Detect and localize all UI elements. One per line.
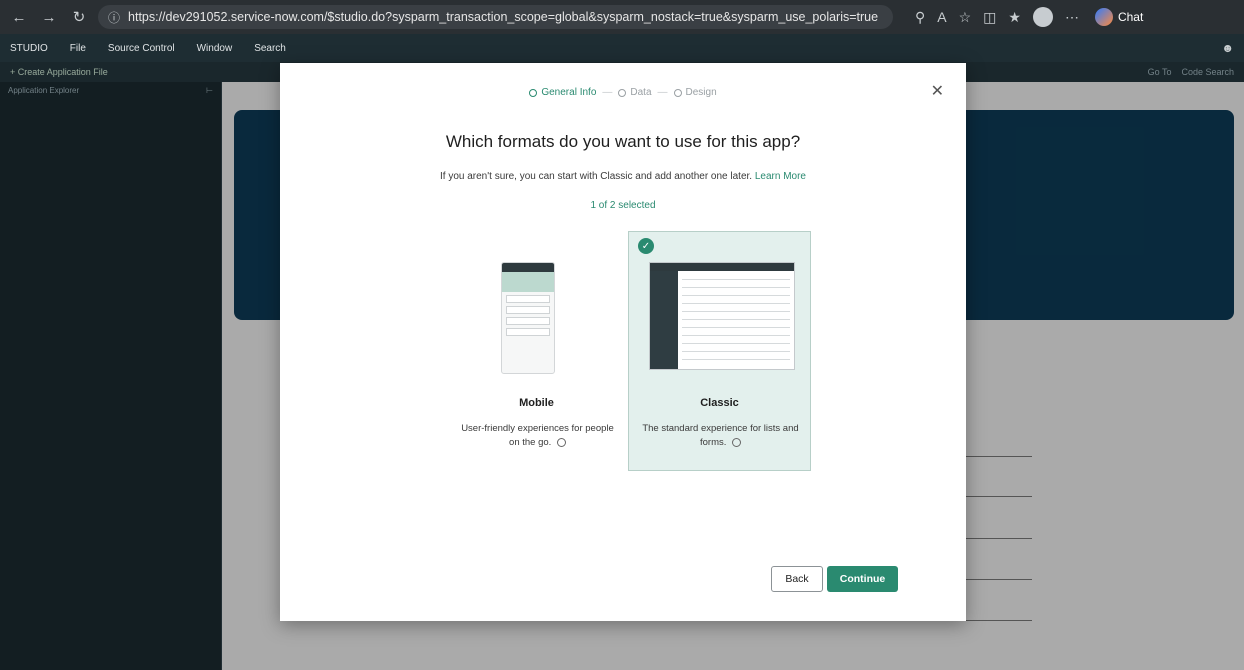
modal-title: Which formats do you want to use for thi… bbox=[445, 132, 801, 151]
studio-menubar: STUDIO File Source Control Window Search… bbox=[0, 34, 1244, 62]
card-title: Mobile bbox=[519, 397, 554, 409]
reload-icon[interactable]: ↻ bbox=[68, 8, 90, 26]
learn-more-link[interactable]: Learn More bbox=[755, 171, 806, 182]
step-data: Data bbox=[618, 87, 652, 98]
browser-actions: ⚲ A ☆ ◫ ★ ⋯ Chat bbox=[915, 7, 1143, 27]
card-description-text: User-friendly experiences for people on … bbox=[461, 423, 614, 448]
user-icon[interactable]: ☻ bbox=[1221, 41, 1234, 55]
forward-arrow-icon[interactable]: → bbox=[38, 9, 60, 26]
chat-label: Chat bbox=[1117, 10, 1144, 24]
modal-subtitle: If you aren't sure, you can start with C… bbox=[280, 171, 966, 182]
zoom-icon[interactable]: ⚲ bbox=[915, 9, 925, 26]
url-text: https://dev291052.service-now.com/$studi… bbox=[128, 10, 879, 24]
address-bar[interactable]: ⓘ https://dev291052.service-now.com/$stu… bbox=[98, 5, 893, 29]
continue-button[interactable]: Continue bbox=[827, 566, 898, 592]
menu-search[interactable]: Search bbox=[254, 43, 286, 54]
card-title: Classic bbox=[700, 397, 739, 409]
info-icon[interactable] bbox=[556, 437, 566, 447]
step-label: Data bbox=[630, 87, 652, 98]
menu-studio[interactable]: STUDIO bbox=[10, 43, 48, 54]
mobile-preview-image bbox=[501, 262, 555, 374]
format-card-mobile[interactable]: Mobile User-friendly experiences for peo… bbox=[445, 231, 628, 471]
favorite-star-icon[interactable]: ☆ bbox=[959, 9, 972, 26]
profile-avatar[interactable] bbox=[1032, 7, 1053, 27]
step-general-info: General Info bbox=[529, 87, 596, 98]
selection-count: 1 of 2 selected bbox=[590, 200, 656, 211]
step-indicator-icon bbox=[529, 88, 538, 97]
site-info-icon[interactable]: ⓘ bbox=[108, 9, 120, 26]
split-screen-icon[interactable]: ◫ bbox=[983, 9, 996, 26]
step-indicator-icon bbox=[673, 88, 682, 97]
classic-preview-image bbox=[649, 262, 795, 370]
card-description: The standard experience for lists and fo… bbox=[639, 422, 802, 450]
checkmark-icon: ✓ bbox=[638, 238, 654, 254]
step-indicator-icon bbox=[618, 88, 627, 97]
step-label: Design bbox=[685, 87, 717, 98]
format-card-classic[interactable]: ✓ Classic The standard experience for li… bbox=[628, 231, 811, 471]
read-aloud-icon[interactable]: A bbox=[937, 9, 946, 25]
back-button[interactable]: Back bbox=[771, 566, 823, 592]
menu-source-control[interactable]: Source Control bbox=[108, 43, 175, 54]
favorites-icon[interactable]: ★ bbox=[1008, 9, 1021, 26]
wizard-stepper: General Info — Data — Design bbox=[280, 87, 966, 98]
more-options-icon[interactable]: ⋯ bbox=[1065, 9, 1079, 26]
step-separator: — bbox=[602, 87, 613, 98]
back-arrow-icon[interactable]: ← bbox=[8, 9, 30, 26]
card-description: User-friendly experiences for people on … bbox=[456, 422, 619, 450]
browser-toolbar: ← → ↻ ⓘ https://dev291052.service-now.co… bbox=[0, 0, 1244, 34]
step-label: General Info bbox=[541, 87, 597, 98]
card-description-text: The standard experience for lists and fo… bbox=[642, 423, 799, 448]
menu-file[interactable]: File bbox=[70, 43, 86, 54]
copilot-chat-button[interactable]: Chat bbox=[1094, 8, 1144, 26]
create-app-modal: ✕ General Info — Data — Design Which for… bbox=[280, 63, 966, 621]
info-icon[interactable] bbox=[732, 437, 742, 447]
step-design: Design bbox=[673, 87, 717, 98]
menu-window[interactable]: Window bbox=[197, 43, 233, 54]
copilot-icon bbox=[1094, 8, 1113, 26]
step-separator: — bbox=[657, 87, 668, 98]
subtitle-text: If you aren't sure, you can start with C… bbox=[439, 171, 753, 182]
